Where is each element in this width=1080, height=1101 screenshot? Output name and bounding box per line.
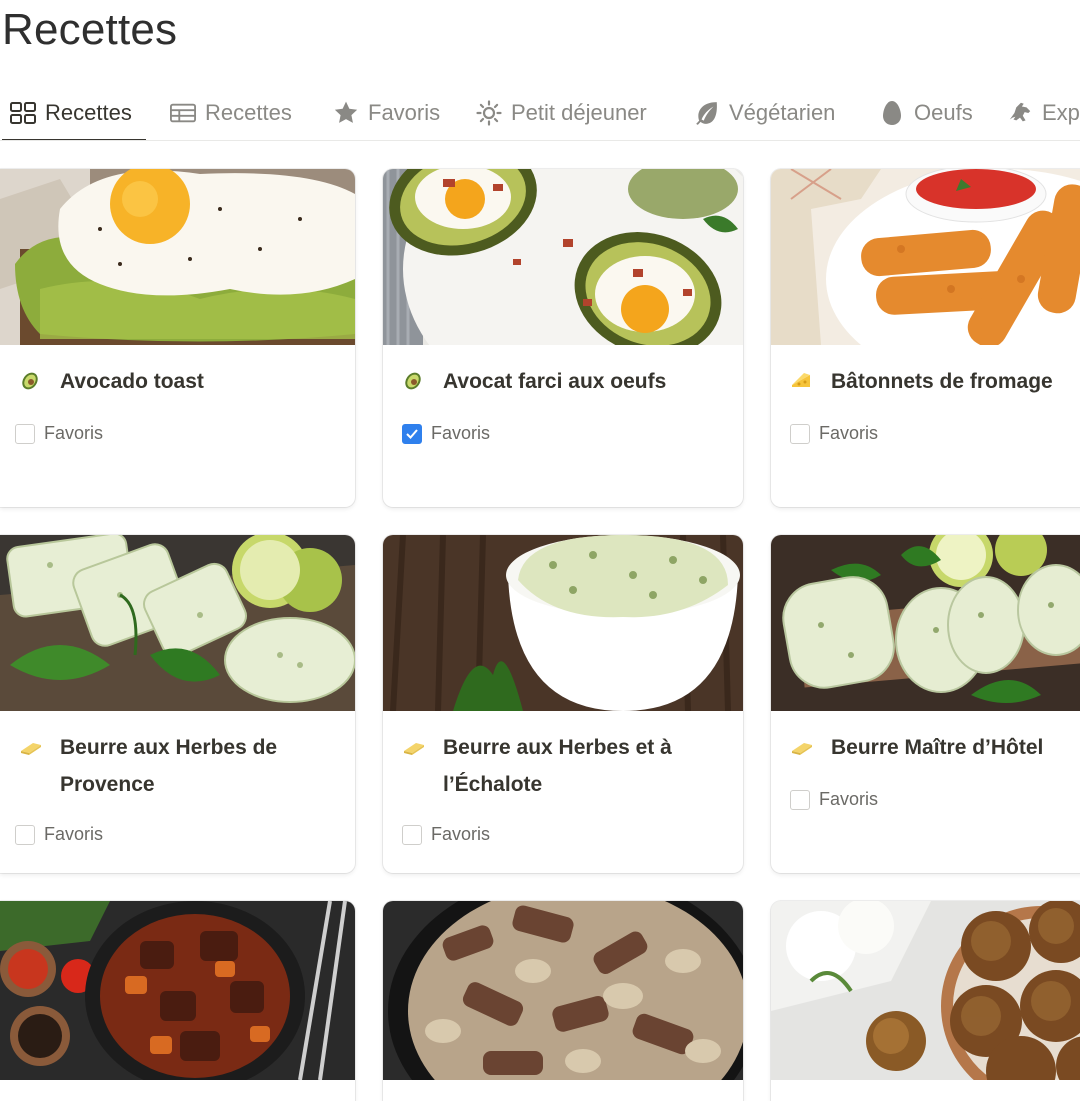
checkbox-box[interactable] <box>15 824 35 845</box>
tab-label: Petit déjeuner <box>511 100 647 125</box>
butter-icon <box>19 735 43 759</box>
tab-exp[interactable]: Exp <box>1007 86 1080 140</box>
checkbox-box[interactable] <box>402 824 422 845</box>
tab-oeufs[interactable]: Oeufs <box>879 86 973 140</box>
recipe-card-beef-mushrooms[interactable] <box>383 901 743 1101</box>
tab-recettes-gallery[interactable]: Recettes <box>2 86 146 140</box>
star-icon <box>333 100 359 126</box>
favoris-label: Favoris <box>819 789 879 809</box>
recipe-name: Bâtonnets de fromage <box>831 370 1053 393</box>
avocado-icon <box>19 369 43 393</box>
gallery-icon <box>10 100 36 126</box>
recipe-name: Avocado toast <box>60 370 204 393</box>
favoris-checkbox[interactable]: Favoris <box>402 824 490 845</box>
tab-label: Recettes <box>45 100 132 125</box>
butter-icon <box>790 735 814 759</box>
recipe-card-falafel[interactable] <box>771 901 1080 1101</box>
checkbox-box-checked[interactable] <box>402 423 422 444</box>
favoris-checkbox[interactable]: Favoris <box>15 824 103 845</box>
recipe-name: Beurre Maître d’Hôtel <box>831 736 1044 759</box>
avocado-icon <box>402 369 426 393</box>
dragon-icon <box>1007 100 1033 126</box>
herb-butter-slices-photo <box>0 535 355 711</box>
checkbox-box[interactable] <box>790 789 810 810</box>
baked-eggs-avocado-photo <box>383 169 743 345</box>
favoris-checkbox[interactable]: Favoris <box>402 423 490 444</box>
favoris-label: Favoris <box>431 824 491 844</box>
checkbox-box[interactable] <box>790 423 810 444</box>
recipe-name: Beurre aux Herbes et à l’Échalote <box>443 736 672 796</box>
tab-favoris[interactable]: Favoris <box>333 86 440 140</box>
favoris-label: Favoris <box>44 423 104 443</box>
tab-vegetarien[interactable]: Végétarien <box>694 86 835 140</box>
favoris-checkbox[interactable]: Favoris <box>15 423 103 444</box>
egg-icon <box>879 100 905 126</box>
tab-label: Recettes <box>205 100 292 125</box>
tab-label: Oeufs <box>914 100 973 125</box>
favoris-label: Favoris <box>44 824 104 844</box>
mozzarella-sticks-photo <box>771 169 1080 345</box>
leaf-icon <box>694 100 720 126</box>
favoris-label: Favoris <box>431 423 491 443</box>
recipe-card-avocado-toast[interactable]: Avocado toast Favoris <box>0 169 355 507</box>
table-icon <box>170 100 196 126</box>
tab-petit-dejeuner[interactable]: Petit déjeuner <box>476 86 647 140</box>
recipe-card-batonnets-fromage[interactable]: Bâtonnets de fromage Favoris <box>771 169 1080 507</box>
checkbox-box[interactable] <box>15 423 35 444</box>
tab-recettes-table[interactable]: Recettes <box>170 86 292 140</box>
beef-stroganoff-photo <box>383 901 743 1080</box>
falafel-photo <box>771 901 1080 1080</box>
cheese-icon <box>790 369 814 393</box>
recipe-name: Avocat farci aux oeufs <box>443 370 667 393</box>
recipe-card-beurre-maitre-hotel[interactable]: Beurre Maître d’Hôtel Favoris <box>771 535 1080 873</box>
tab-label: Exp <box>1042 100 1080 125</box>
recipe-name: Beurre aux Herbes de Provence <box>60 736 278 796</box>
avocado-toast-photo <box>0 169 355 345</box>
sun-icon <box>476 100 502 126</box>
beef-stew-photo <box>0 901 355 1080</box>
recipe-card-avocat-farci[interactable]: Avocat farci aux oeufs Favoris <box>383 169 743 507</box>
favoris-label: Favoris <box>819 423 879 443</box>
favoris-checkbox[interactable]: Favoris <box>790 423 878 444</box>
butter-icon <box>402 735 426 759</box>
tab-label: Végétarien <box>729 100 836 125</box>
recipe-card-beurre-provence[interactable]: Beurre aux Herbes de Provence Favoris <box>0 535 355 873</box>
maitre-d-butter-photo <box>771 535 1080 711</box>
herb-butter-bowl-photo <box>383 535 743 711</box>
page-title: Recettes <box>2 5 178 54</box>
favoris-checkbox[interactable]: Favoris <box>790 789 878 810</box>
view-tabs: Recettes Recettes Favoris Petit déjeuner… <box>0 86 1080 141</box>
recipe-card-beef-stew[interactable] <box>0 901 355 1101</box>
tab-label: Favoris <box>368 100 441 125</box>
recipe-card-beurre-echalote[interactable]: Beurre aux Herbes et à l’Échalote Favori… <box>383 535 743 873</box>
